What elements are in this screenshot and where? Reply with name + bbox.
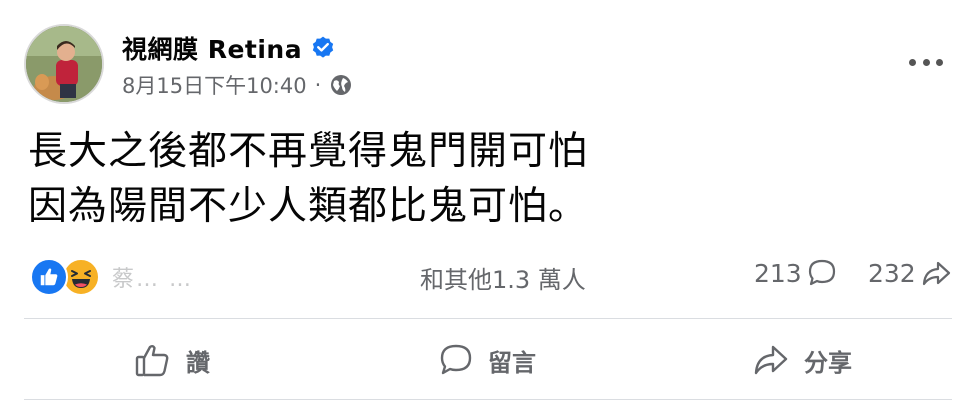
share-count[interactable]: 232 (868, 258, 952, 288)
author-avatar[interactable] (24, 24, 104, 104)
like-button-label: 讚 (186, 348, 210, 377)
comment-count[interactable]: 213 (754, 258, 838, 288)
comment-button-label: 留言 (488, 348, 536, 377)
share-icon (754, 345, 788, 375)
reaction-count[interactable]: 和其他1.3 萬人 (420, 260, 586, 295)
more-dot-icon (936, 58, 943, 66)
author-row: 視網膜 Retina (122, 30, 336, 66)
meta-separator: · (314, 73, 322, 97)
globe-icon[interactable] (329, 73, 353, 97)
post-body-line: 因為陽間不少人類都比鬼可怕。 (28, 184, 589, 229)
share-icon (922, 261, 950, 286)
divider (24, 399, 952, 400)
share-count-value: 232 (868, 258, 916, 288)
author-name[interactable]: 視網膜 Retina (122, 30, 302, 66)
share-button[interactable]: 分享 (752, 335, 852, 385)
post-body: 長大之後都不再覺得鬼門開可怕 因為陽間不少人類都比鬼可怕。 (28, 124, 588, 234)
divider (24, 318, 952, 319)
reaction-summary[interactable]: 蔡… … (30, 257, 193, 297)
more-dot-icon (922, 58, 930, 66)
comment-icon (808, 259, 835, 286)
like-reaction-icon (30, 258, 68, 296)
post-meta: 8月15日下午10:40 · (122, 70, 353, 100)
post-body-line: 長大之後都不再覺得鬼門開可怕 (28, 129, 589, 174)
verified-badge-icon (312, 36, 334, 58)
comment-icon (440, 344, 472, 375)
like-button[interactable]: 讚 (134, 335, 210, 385)
post-timestamp[interactable]: 8月15日下午10:40 (122, 70, 307, 100)
facebook-post: 視網膜 Retina 8月15日下午10:40 · 長大之後都不再覺得鬼門開可怕… (0, 0, 976, 402)
more-dot-icon (909, 58, 916, 66)
comment-button[interactable]: 留言 (438, 335, 536, 385)
comment-count-value: 213 (754, 258, 802, 288)
like-icon (135, 345, 169, 377)
reaction-names-faded: 蔡… … (112, 267, 193, 292)
share-button-label: 分享 (804, 348, 852, 377)
more-options-button[interactable] (906, 50, 946, 74)
